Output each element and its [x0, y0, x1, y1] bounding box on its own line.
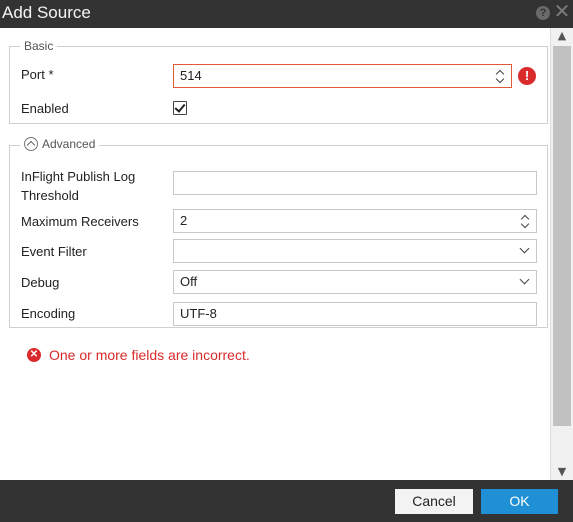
- max-receivers-input[interactable]: 2: [173, 209, 537, 233]
- close-icon[interactable]: ✕: [553, 2, 571, 22]
- debug-label: Debug: [21, 275, 60, 290]
- encoding-label: Encoding: [21, 306, 76, 321]
- debug-select[interactable]: Off: [173, 270, 537, 294]
- collapse-chevron-up-icon[interactable]: [24, 137, 38, 151]
- port-label: Port *: [21, 67, 54, 82]
- port-value: 514: [180, 68, 202, 83]
- cancel-button[interactable]: Cancel: [395, 489, 473, 514]
- max-receivers-value: 2: [180, 213, 188, 228]
- scroll-thumb[interactable]: [553, 46, 571, 426]
- chevron-down-icon: [519, 243, 530, 254]
- encoding-value: UTF-8: [180, 306, 217, 321]
- scroll-down-icon[interactable]: ▼: [551, 464, 573, 480]
- advanced-legend-label: Advanced: [42, 137, 96, 151]
- inflight-input[interactable]: [173, 171, 537, 195]
- chevron-down-icon: [519, 274, 530, 285]
- port-error-icon: !: [518, 67, 536, 85]
- vertical-scrollbar[interactable]: ▲ ▼: [550, 28, 573, 480]
- validation-message: ✕ One or more fields are incorrect.: [27, 347, 250, 363]
- dialog-title: Add Source: [2, 3, 91, 22]
- spinner-icon[interactable]: [520, 213, 530, 229]
- basic-legend: Basic: [20, 39, 58, 53]
- validation-message-text: One or more fields are incorrect.: [49, 347, 250, 363]
- scroll-up-icon[interactable]: ▲: [551, 28, 573, 44]
- dialog-titlebar: Add Source ? ✕: [0, 0, 573, 28]
- help-icon[interactable]: ?: [536, 6, 550, 20]
- enabled-label: Enabled: [21, 101, 69, 116]
- port-input[interactable]: 514: [173, 64, 512, 88]
- encoding-input[interactable]: UTF-8: [173, 302, 537, 326]
- spinner-icon[interactable]: [495, 68, 505, 84]
- event-filter-label: Event Filter: [21, 244, 87, 259]
- inflight-label: InFlight Publish Log Threshold: [21, 169, 136, 203]
- enabled-checkbox[interactable]: [173, 101, 187, 115]
- ok-button[interactable]: OK: [481, 489, 558, 514]
- error-x-icon: ✕: [27, 348, 41, 362]
- advanced-legend[interactable]: Advanced: [20, 137, 100, 151]
- event-filter-select[interactable]: [173, 239, 537, 263]
- debug-value: Off: [180, 274, 198, 289]
- max-receivers-label: Maximum Receivers: [21, 214, 139, 229]
